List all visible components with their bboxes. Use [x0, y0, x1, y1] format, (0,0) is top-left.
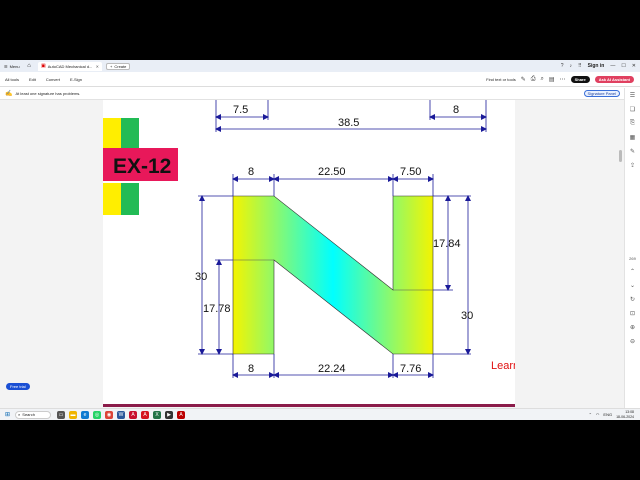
taskbar-search[interactable]: ⌕ Search: [15, 410, 52, 419]
toolbar-item-convert[interactable]: Convert: [41, 77, 65, 82]
zoom-level: 269: [629, 256, 636, 261]
autocad-icon[interactable]: A: [129, 410, 138, 419]
fit-page-icon[interactable]: ⊡: [630, 310, 635, 317]
vertical-scrollbar[interactable]: [618, 144, 623, 420]
toolbar-item-all-tools[interactable]: All tools: [0, 77, 24, 82]
file-explorer-icon[interactable]: ▬: [69, 410, 78, 419]
dim-upper-middle: 22.50: [318, 166, 346, 178]
dim-upper-left: 8: [248, 166, 254, 178]
edge-icon[interactable]: e: [81, 410, 90, 419]
dim-top-right: 8: [453, 104, 459, 116]
share-button[interactable]: Share: [570, 75, 590, 83]
dim-top-left: 7.5: [233, 104, 248, 116]
dim-lower-left: 8: [248, 363, 254, 375]
document-icon[interactable]: ▤: [549, 76, 555, 83]
cad-drawing: EX-12 7.5 8 38.5 8 22.50 7.50 8 22.24 7.…: [103, 100, 626, 378]
hamburger-icon: ☰: [4, 63, 8, 69]
label-yellow-top: [103, 118, 121, 148]
excel-icon[interactable]: X: [153, 410, 162, 419]
dim-upper-right: 7.50: [400, 166, 421, 178]
screen: ☰ Menu ⌂ ▣ AutoCAD Mechanical d... ✕ + C…: [0, 60, 640, 420]
pdf-icon: ▣: [41, 63, 46, 69]
whatsapp-icon[interactable]: ◎: [93, 410, 102, 419]
menu-button[interactable]: ☰ Menu: [0, 64, 24, 69]
wifi-icon[interactable]: ◠: [596, 412, 600, 417]
pdf-page: EX-12 7.5 8 38.5 8 22.50 7.50 8 22.24 7.…: [103, 100, 626, 404]
share-icon[interactable]: ⇪: [630, 162, 635, 169]
windows-start-icon[interactable]: ⊞: [5, 411, 10, 418]
document-viewer[interactable]: EX-12 7.5 8 38.5 8 22.50 7.50 8 22.24 7.…: [0, 100, 626, 408]
zoom-in-icon[interactable]: ⊕: [630, 324, 635, 331]
signature-warning-bar: ✍ At least one signature has problems. S…: [0, 88, 624, 100]
chevron-up-icon[interactable]: ⌃: [589, 412, 592, 417]
maximize-icon[interactable]: ☐: [621, 63, 625, 69]
n-shape-outline: [232, 195, 434, 355]
print-icon[interactable]: ⎙: [531, 76, 536, 83]
toolbar-item-edit[interactable]: Edit: [24, 77, 41, 82]
bell-icon[interactable]: ♪: [569, 63, 572, 69]
app-toolbar: All tools Edit Convert E-Sign Find text …: [0, 72, 640, 87]
layers-icon[interactable]: ▦: [630, 134, 636, 141]
media-icon[interactable]: ▶: [165, 410, 174, 419]
right-dimensions: [433, 195, 471, 355]
more-icon[interactable]: ⋯: [560, 76, 566, 83]
create-button[interactable]: + Create: [106, 62, 131, 70]
taskbar-apps: ▭ ▬ e ◎ ◉ W A A X ▶ A: [57, 410, 186, 419]
word-icon[interactable]: W: [117, 410, 126, 419]
dim-lower-right: 7.76: [400, 363, 421, 375]
edit-icon[interactable]: ✎: [630, 148, 635, 155]
watermark-text: Learn Engineering Tutorials: [491, 360, 515, 372]
toolbar-item-e-sign[interactable]: E-Sign: [65, 77, 87, 82]
page-down-icon[interactable]: ⌄: [630, 282, 635, 289]
bookmark-icon[interactable]: ❏: [630, 106, 635, 113]
free-trial-button[interactable]: Free trial: [6, 383, 30, 390]
apps-icon[interactable]: ⠿: [578, 63, 582, 69]
chrome-icon[interactable]: ◉: [105, 410, 114, 419]
attachment-icon[interactable]: ⎘: [630, 120, 635, 127]
pdf-app-icon[interactable]: A: [177, 410, 186, 419]
dim-right-upper: 17.84: [433, 238, 461, 250]
language-indicator[interactable]: ENG: [603, 412, 612, 417]
warning-icon: ✍: [5, 91, 13, 97]
comments-icon[interactable]: ☰: [630, 92, 635, 99]
dim-lower-middle: 22.24: [318, 363, 346, 375]
close-window-icon[interactable]: ✕: [632, 63, 636, 69]
scrollbar-thumb[interactable]: [619, 150, 622, 162]
search-icon[interactable]: ⌕: [541, 76, 544, 83]
page-bottom-edge: [103, 404, 515, 407]
task-view-icon[interactable]: ▭: [57, 410, 66, 419]
tab-active[interactable]: ▣ AutoCAD Mechanical d... ✕: [38, 61, 102, 71]
exercise-label: EX-12: [113, 155, 171, 178]
page-up-icon[interactable]: ⌃: [630, 268, 635, 275]
help-icon[interactable]: ?: [561, 63, 564, 69]
right-sidebar: ☰ ❏ ⎘ ▦ ✎ ⇪ 269 ⌃ ⌄ ↻ ⊡ ⊕ ⊖: [624, 88, 640, 408]
dim-left-total: 30: [195, 271, 207, 283]
label-green-bottom: [121, 183, 139, 215]
signature-panel-button[interactable]: Signature Panel: [583, 90, 620, 97]
acrobat-icon[interactable]: A: [141, 410, 150, 419]
sign-in-button[interactable]: Sign in: [588, 63, 605, 69]
find-tools-search[interactable]: Find text or tools: [486, 77, 516, 82]
windows-taskbar: ⊞ ⌕ Search ▭ ▬ e ◎ ◉ W A A X ▶ A ⌃ ◠ ENG…: [0, 408, 640, 420]
plus-icon: +: [110, 63, 113, 69]
system-tray: ⌃ ◠ ENG 13:08 18-06-2024: [589, 410, 640, 420]
dim-left-lower: 17.78: [203, 303, 231, 315]
label-green-top: [121, 118, 139, 148]
home-icon[interactable]: ⌂: [24, 63, 34, 69]
minimize-icon[interactable]: —: [610, 63, 615, 69]
dim-top-total: 38.5: [338, 117, 359, 129]
zoom-out-icon[interactable]: ⊖: [630, 338, 635, 345]
browser-title-bar: ☰ Menu ⌂ ▣ AutoCAD Mechanical d... ✕ + C…: [0, 60, 640, 72]
rotate-icon[interactable]: ↻: [630, 296, 635, 303]
dim-right-total: 30: [461, 310, 473, 322]
search-icon: ⌕: [18, 412, 21, 417]
close-tab-icon[interactable]: ✕: [96, 64, 99, 69]
label-yellow-bottom: [103, 183, 121, 215]
clock[interactable]: 13:08 18-06-2024: [616, 410, 634, 420]
ask-ai-assistant-button[interactable]: Ask AI Assistant: [594, 75, 634, 83]
comment-icon[interactable]: ✎: [521, 76, 526, 83]
